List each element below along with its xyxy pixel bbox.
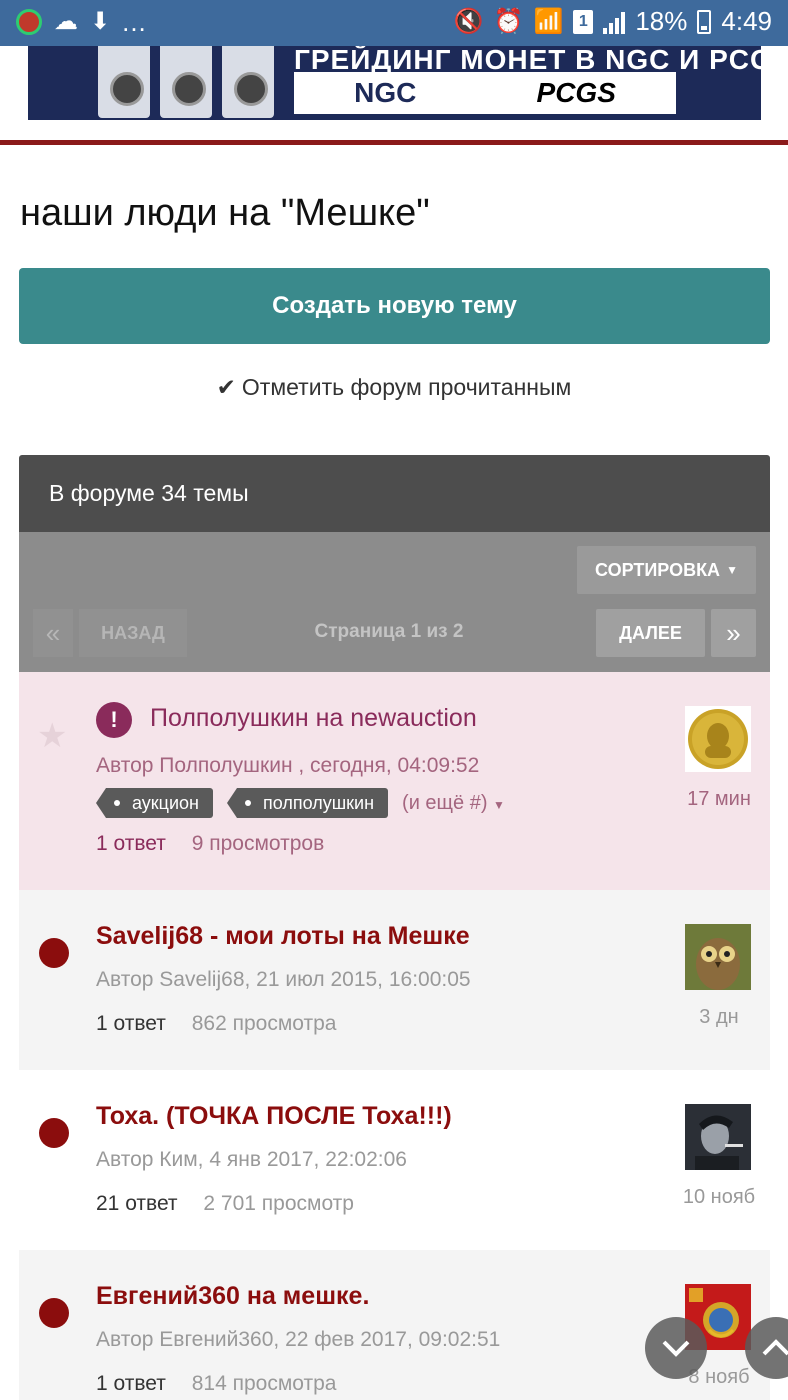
coin-slabs-image: [98, 46, 274, 118]
battery-percent: 18%: [635, 6, 688, 36]
topic-title[interactable]: Тоха. (ТОЧКА ПОСЛЕ Тоха!!!): [96, 1102, 452, 1131]
prev-page-button[interactable]: НАЗАД: [79, 609, 187, 657]
avatar[interactable]: [685, 1104, 751, 1170]
topic-row-pinned[interactable]: ★ ! Полполушкин на newauction Автор Полп…: [19, 672, 770, 890]
alarm-icon: ⏰: [493, 7, 524, 35]
topic-author[interactable]: Автор Полполушкин , сегодня, 04:09:52: [96, 754, 479, 778]
last-post-time[interactable]: 3 дн: [669, 1006, 769, 1029]
owl-avatar-image: [685, 924, 751, 990]
coin-slab: [222, 46, 274, 118]
topic-replies: 1 ответ: [96, 1372, 166, 1395]
wifi-icon: 📶: [533, 7, 564, 35]
topic-replies: 1 ответ: [96, 1012, 166, 1035]
topic-stats: 21 ответ 2 701 просмотр: [96, 1192, 354, 1216]
app-notification-icon: [16, 9, 42, 35]
mute-icon: 🔇: [453, 7, 484, 35]
gold-coin-avatar-image: [685, 706, 751, 772]
sort-button[interactable]: СОРТИРОВКА ▼: [577, 546, 756, 594]
header-divider: [0, 140, 788, 145]
signal-icon: [603, 10, 626, 34]
topic-title[interactable]: Евгений360 на мешке.: [96, 1282, 369, 1311]
topic-replies: 21 ответ: [96, 1192, 178, 1215]
avatar[interactable]: [685, 706, 751, 772]
status-bar-right: 🔇 ⏰ 📶 1 18% 4:49: [454, 6, 772, 37]
page-indicator: Страница 1 из 2: [314, 621, 464, 642]
banner-logos: NGC PCGS: [294, 72, 676, 114]
tags-more-label: (и ещё #): [402, 791, 488, 814]
checkmark-icon: ✔: [216, 374, 236, 400]
avatar[interactable]: [685, 924, 751, 990]
topic-row[interactable]: Savelij68 - мои лоты на Мешке Автор Save…: [19, 890, 770, 1070]
topic-stats: 1 ответ 9 просмотров: [96, 832, 324, 856]
caret-down-icon: ▼: [493, 797, 505, 812]
clock: 4:49: [721, 6, 772, 36]
tags-more-link[interactable]: (и ещё #) ▼: [402, 792, 505, 815]
tag-auction[interactable]: аукцион: [96, 788, 213, 818]
last-page-button[interactable]: »: [711, 609, 756, 657]
last-post-time[interactable]: 10 нояб: [669, 1186, 769, 1209]
tag-polpolushkin[interactable]: полполушкин: [226, 788, 389, 818]
last-post-time[interactable]: 17 мин: [669, 788, 769, 811]
topic-stats: 1 ответ 814 просмотра: [96, 1372, 336, 1396]
forum-topic-count-header: В форуме 34 темы: [19, 455, 770, 532]
unread-dot-icon: [39, 1298, 69, 1328]
topic-replies: 1 ответ: [96, 832, 166, 855]
warning-icon: !: [96, 702, 132, 738]
star-icon[interactable]: ★: [37, 716, 67, 756]
topic-author[interactable]: Автор Ким, 4 янв 2017, 22:02:06: [96, 1148, 407, 1172]
topic-views: 9 просмотров: [191, 832, 325, 855]
topic-row[interactable]: Тоха. (ТОЧКА ПОСЛЕ Тоха!!!) Автор Ким, 4…: [19, 1070, 770, 1250]
chevron-down-icon: [662, 1340, 690, 1357]
unread-dot-icon: [39, 938, 69, 968]
topic-stats: 1 ответ 862 просмотра: [96, 1012, 336, 1036]
unread-dot-icon: [39, 1118, 69, 1148]
topic-tags: аукцион полполушкин (и ещё #) ▼: [96, 788, 505, 818]
status-bar-left: ☁ ⬇ ...: [16, 8, 147, 36]
topic-title[interactable]: Полполушкин на newauction: [150, 704, 477, 733]
grading-banner[interactable]: ГРЕЙДИНГ МОНЕТ В NGC И PCGS NGC PCGS: [28, 46, 761, 120]
sort-label: СОРТИРОВКА: [595, 559, 721, 580]
download-icon: ⬇: [90, 8, 111, 35]
topic-author[interactable]: Автор Savelij68, 21 июл 2015, 16:00:05: [96, 968, 471, 992]
scroll-down-button[interactable]: [645, 1317, 707, 1379]
topic-views: 814 просмотра: [191, 1372, 337, 1395]
first-page-button[interactable]: «: [33, 609, 73, 657]
topic-author[interactable]: Автор Евгений360, 22 фев 2017, 09:02:51: [96, 1328, 500, 1352]
chevron-up-icon: [762, 1339, 788, 1356]
portrait-avatar-image: [685, 1104, 751, 1170]
topic-title[interactable]: Savelij68 - мои лоты на Мешке: [96, 922, 470, 951]
battery-icon: [697, 9, 712, 34]
create-topic-button[interactable]: Создать новую тему: [19, 268, 770, 344]
page-title: наши люди на "Мешке": [20, 192, 430, 234]
ngc-logo: NGC: [354, 77, 417, 108]
mark-read-label: Отметить форум прочитанным: [241, 374, 572, 400]
mark-forum-read-link[interactable]: ✔ Отметить форум прочитанным: [0, 374, 788, 401]
more-notifications-icon: ...: [122, 7, 147, 37]
status-bar: ☁ ⬇ ... 🔇 ⏰ 📶 1 18% 4:49: [0, 0, 788, 46]
coin-slab: [160, 46, 212, 118]
topic-count-label: В форуме 34 темы: [49, 480, 249, 506]
coin-slab: [98, 46, 150, 118]
forum-toolbar: СОРТИРОВКА ▼ « НАЗАД Страница 1 из 2 ДАЛ…: [19, 532, 770, 672]
sim-badge: 1: [573, 9, 594, 34]
next-page-button[interactable]: ДАЛЕЕ: [596, 609, 705, 657]
pcgs-logo: PCGS: [536, 77, 616, 108]
cloud-sync-icon: ☁: [54, 8, 78, 35]
caret-down-icon: ▼: [726, 563, 738, 577]
topic-views: 2 701 просмотр: [203, 1192, 354, 1215]
topic-views: 862 просмотра: [191, 1012, 337, 1035]
